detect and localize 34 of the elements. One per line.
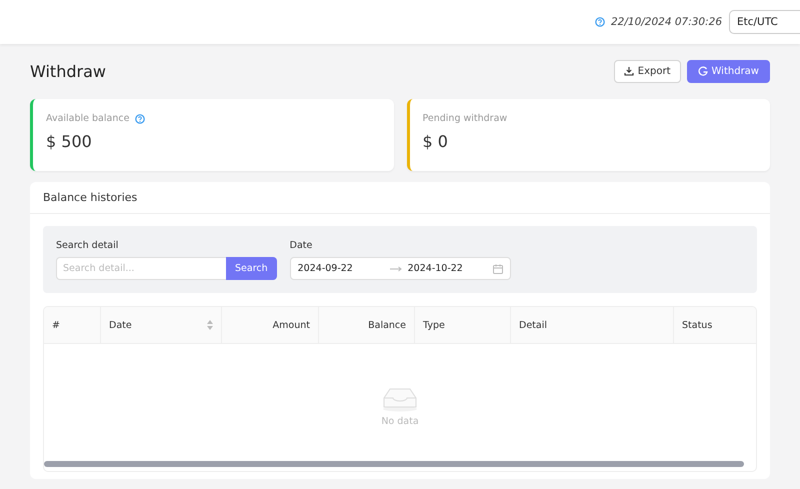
arrow-icon xyxy=(390,266,402,272)
calendar-icon xyxy=(492,264,503,274)
column-header: Amount xyxy=(222,307,319,343)
column-header[interactable]: Date xyxy=(101,307,222,343)
help-icon xyxy=(594,17,605,27)
card-value: $ 0 xyxy=(422,132,449,151)
column-header: Status xyxy=(681,318,714,332)
field-label: Search detail xyxy=(56,240,120,251)
search-button[interactable]: Search xyxy=(226,257,277,280)
sort-icon xyxy=(207,320,213,330)
card-label: Available balance xyxy=(46,113,130,124)
download-icon xyxy=(624,66,634,76)
help-icon xyxy=(135,114,146,124)
empty-inbox-icon xyxy=(382,386,418,412)
column-header: Detail xyxy=(511,307,674,343)
date-to: 2024-10-22 xyxy=(408,263,463,274)
card-label: Pending withdraw xyxy=(422,113,508,124)
datetime: 22/10/2024 07:30:26 xyxy=(610,16,722,28)
date-range-field[interactable]: 2024-09-22 2024-10-22 xyxy=(290,257,511,280)
timezone-select[interactable]: Etc/UTC xyxy=(729,10,800,34)
empty-text: No data xyxy=(381,416,419,427)
search-field[interactable]: Search detail... xyxy=(56,257,226,280)
column-header: # xyxy=(44,307,101,343)
withdraw-button[interactable]: Withdraw xyxy=(686,60,770,82)
column-header: Balance xyxy=(319,307,415,343)
column-header: Type xyxy=(415,307,511,343)
scrollbar-thumb[interactable] xyxy=(44,461,744,467)
page-title: Withdraw xyxy=(30,60,106,80)
date-from: 2024-09-22 xyxy=(298,263,354,274)
refresh-icon xyxy=(698,66,708,76)
export-button[interactable]: Export xyxy=(614,60,681,82)
card-value: $ 500 xyxy=(46,132,93,151)
field-label: Date xyxy=(290,240,314,251)
panel-title: Balance histories xyxy=(30,182,770,214)
